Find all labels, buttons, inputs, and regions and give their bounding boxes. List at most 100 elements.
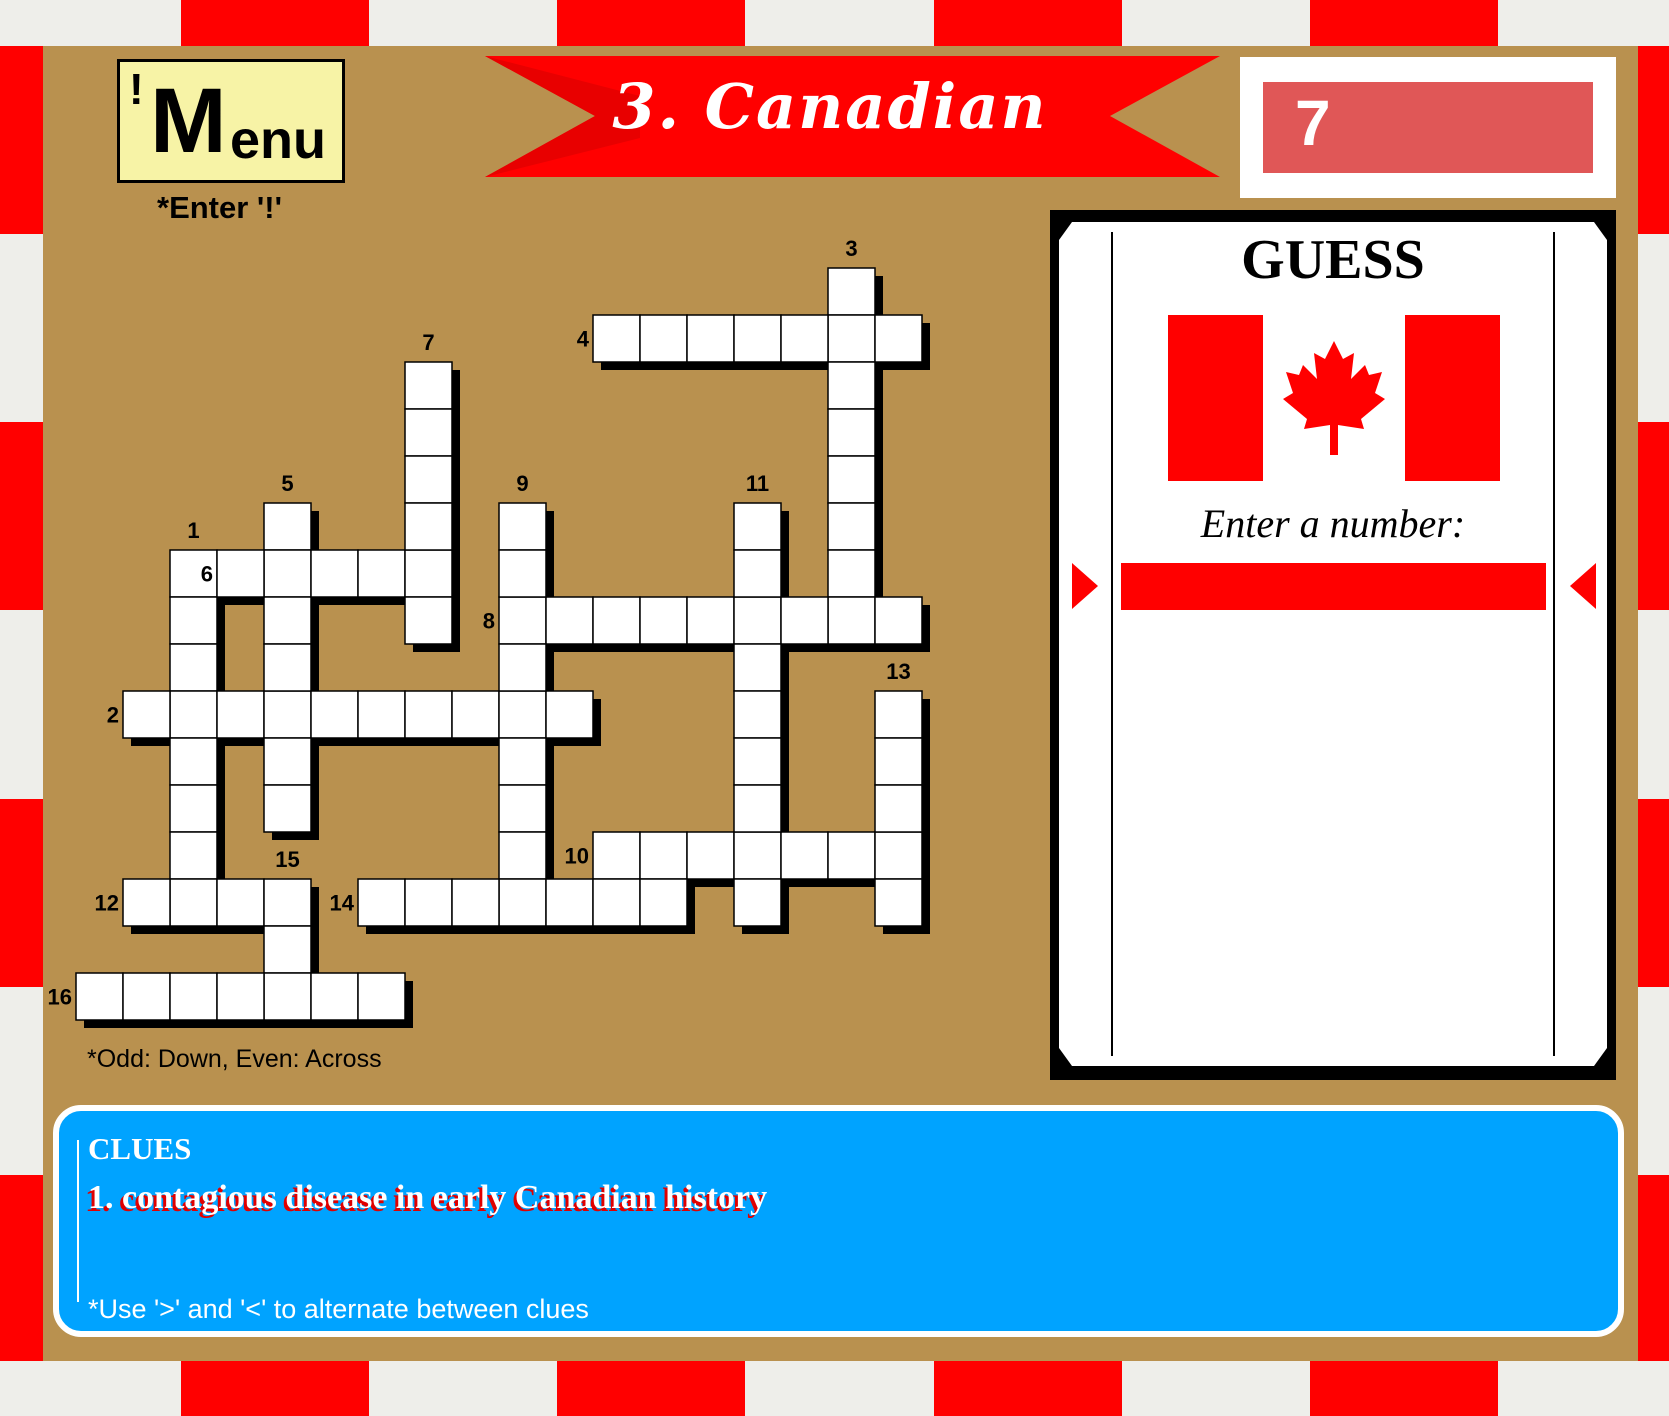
border-stripe (1310, 0, 1498, 46)
crossword-cell (498, 549, 547, 598)
crossword-cell (686, 596, 735, 645)
game-board: ! M enu *Enter '!' 3. Canadian 7 1234567… (0, 0, 1669, 1416)
crossword-cell (310, 972, 359, 1021)
crossword-cell (122, 878, 171, 927)
crossword-cell (733, 784, 782, 833)
crossword-cell (404, 502, 453, 551)
crossword-cell (827, 831, 876, 880)
crossword-cell (592, 314, 641, 363)
border-stripe (1638, 46, 1669, 234)
crossword-cell (122, 690, 171, 739)
crossword-cell (545, 596, 594, 645)
crossword-cell (357, 972, 406, 1021)
crossword-cell (75, 972, 124, 1021)
crossword-cell (733, 831, 782, 880)
crossword-cell (733, 549, 782, 598)
crossword-cell (169, 737, 218, 786)
crossword-cell (263, 690, 312, 739)
clue-number-15: 15 (275, 847, 299, 872)
border-stripe (1638, 1175, 1669, 1361)
crossword-cell (404, 408, 453, 457)
clue-number-6: 6 (201, 562, 213, 587)
crossword-cell (733, 737, 782, 786)
crossword-cell (498, 643, 547, 692)
border-stripe (1310, 1361, 1498, 1416)
crossword-cell (686, 314, 735, 363)
crossword-cell (451, 878, 500, 927)
guess-title: GUESS (1241, 229, 1425, 291)
crossword-cell (733, 878, 782, 927)
clue-number-4: 4 (577, 327, 590, 352)
clue-number-10: 10 (565, 844, 589, 869)
crossword-cell (827, 361, 876, 410)
triangle-right-icon (1072, 563, 1098, 609)
crossword-cell (827, 314, 876, 363)
crossword-cell (827, 502, 876, 551)
crossword-cell (169, 690, 218, 739)
crossword-cell (545, 878, 594, 927)
crossword-cell (545, 690, 594, 739)
clue-number-3: 3 (845, 236, 857, 261)
crossword-cell (592, 878, 641, 927)
clue-number-2: 2 (107, 703, 119, 728)
crossword-cell (169, 596, 218, 645)
crossword-cell (263, 878, 312, 927)
clue-number-7: 7 (422, 330, 434, 355)
crossword-cell (216, 972, 265, 1021)
clues-hint: *Use '>' and '<' to alternate between cl… (88, 1294, 589, 1324)
clues-heading: CLUES (88, 1131, 192, 1166)
crossword-cell (404, 549, 453, 598)
crossword-cell (686, 831, 735, 880)
crossword-cell (169, 831, 218, 880)
triangle-left-icon (1570, 563, 1596, 609)
crossword-cell (827, 267, 876, 316)
border-stripe (934, 1361, 1122, 1416)
clues-divider (77, 1140, 79, 1302)
clue-number-13: 13 (886, 659, 910, 684)
crossword-cell (874, 878, 923, 927)
border-stripe (181, 1361, 369, 1416)
crossword-cell (357, 549, 406, 598)
crossword-cell (498, 690, 547, 739)
crossword-cell (874, 737, 923, 786)
crossword-cell (733, 314, 782, 363)
crossword-cell (404, 361, 453, 410)
crossword-cell (639, 831, 688, 880)
crossword-cell (169, 784, 218, 833)
crossword-cell (733, 643, 782, 692)
crossword-cell (263, 972, 312, 1021)
crossword-cell (827, 596, 876, 645)
crossword-cell (780, 596, 829, 645)
crossword-cell (122, 972, 171, 1021)
crossword-cell (874, 596, 923, 645)
grid-legend: *Odd: Down, Even: Across (87, 1045, 382, 1073)
clue-number-14: 14 (330, 891, 355, 916)
crossword-cell (310, 690, 359, 739)
crossword-cell (639, 314, 688, 363)
crossword-cell (404, 878, 453, 927)
current-clue: 1. contagious disease in early Canadian … (88, 1179, 768, 1216)
clue-number-9: 9 (516, 471, 528, 496)
crossword-cell (498, 831, 547, 880)
clue-number-12: 12 (95, 891, 119, 916)
crossword-cell (498, 737, 547, 786)
crossword-cell (874, 831, 923, 880)
crossword-cell (404, 690, 453, 739)
clue-number-1: 1 (187, 518, 199, 543)
crossword-cell (263, 643, 312, 692)
crossword-cell (639, 596, 688, 645)
crossword-cell (733, 596, 782, 645)
border-stripe (1638, 799, 1669, 987)
guess-number-input[interactable] (1121, 563, 1546, 610)
crossword-cell (263, 596, 312, 645)
crossword-cell (498, 784, 547, 833)
guess-prompt: Enter a number: (1200, 501, 1466, 546)
crossword-cell (216, 690, 265, 739)
crossword-cell (169, 643, 218, 692)
crossword-cell (216, 878, 265, 927)
crossword-cell (263, 784, 312, 833)
crossword-cell (357, 878, 406, 927)
crossword-cell (404, 596, 453, 645)
crossword-cell (874, 784, 923, 833)
clue-number-11: 11 (746, 471, 769, 496)
